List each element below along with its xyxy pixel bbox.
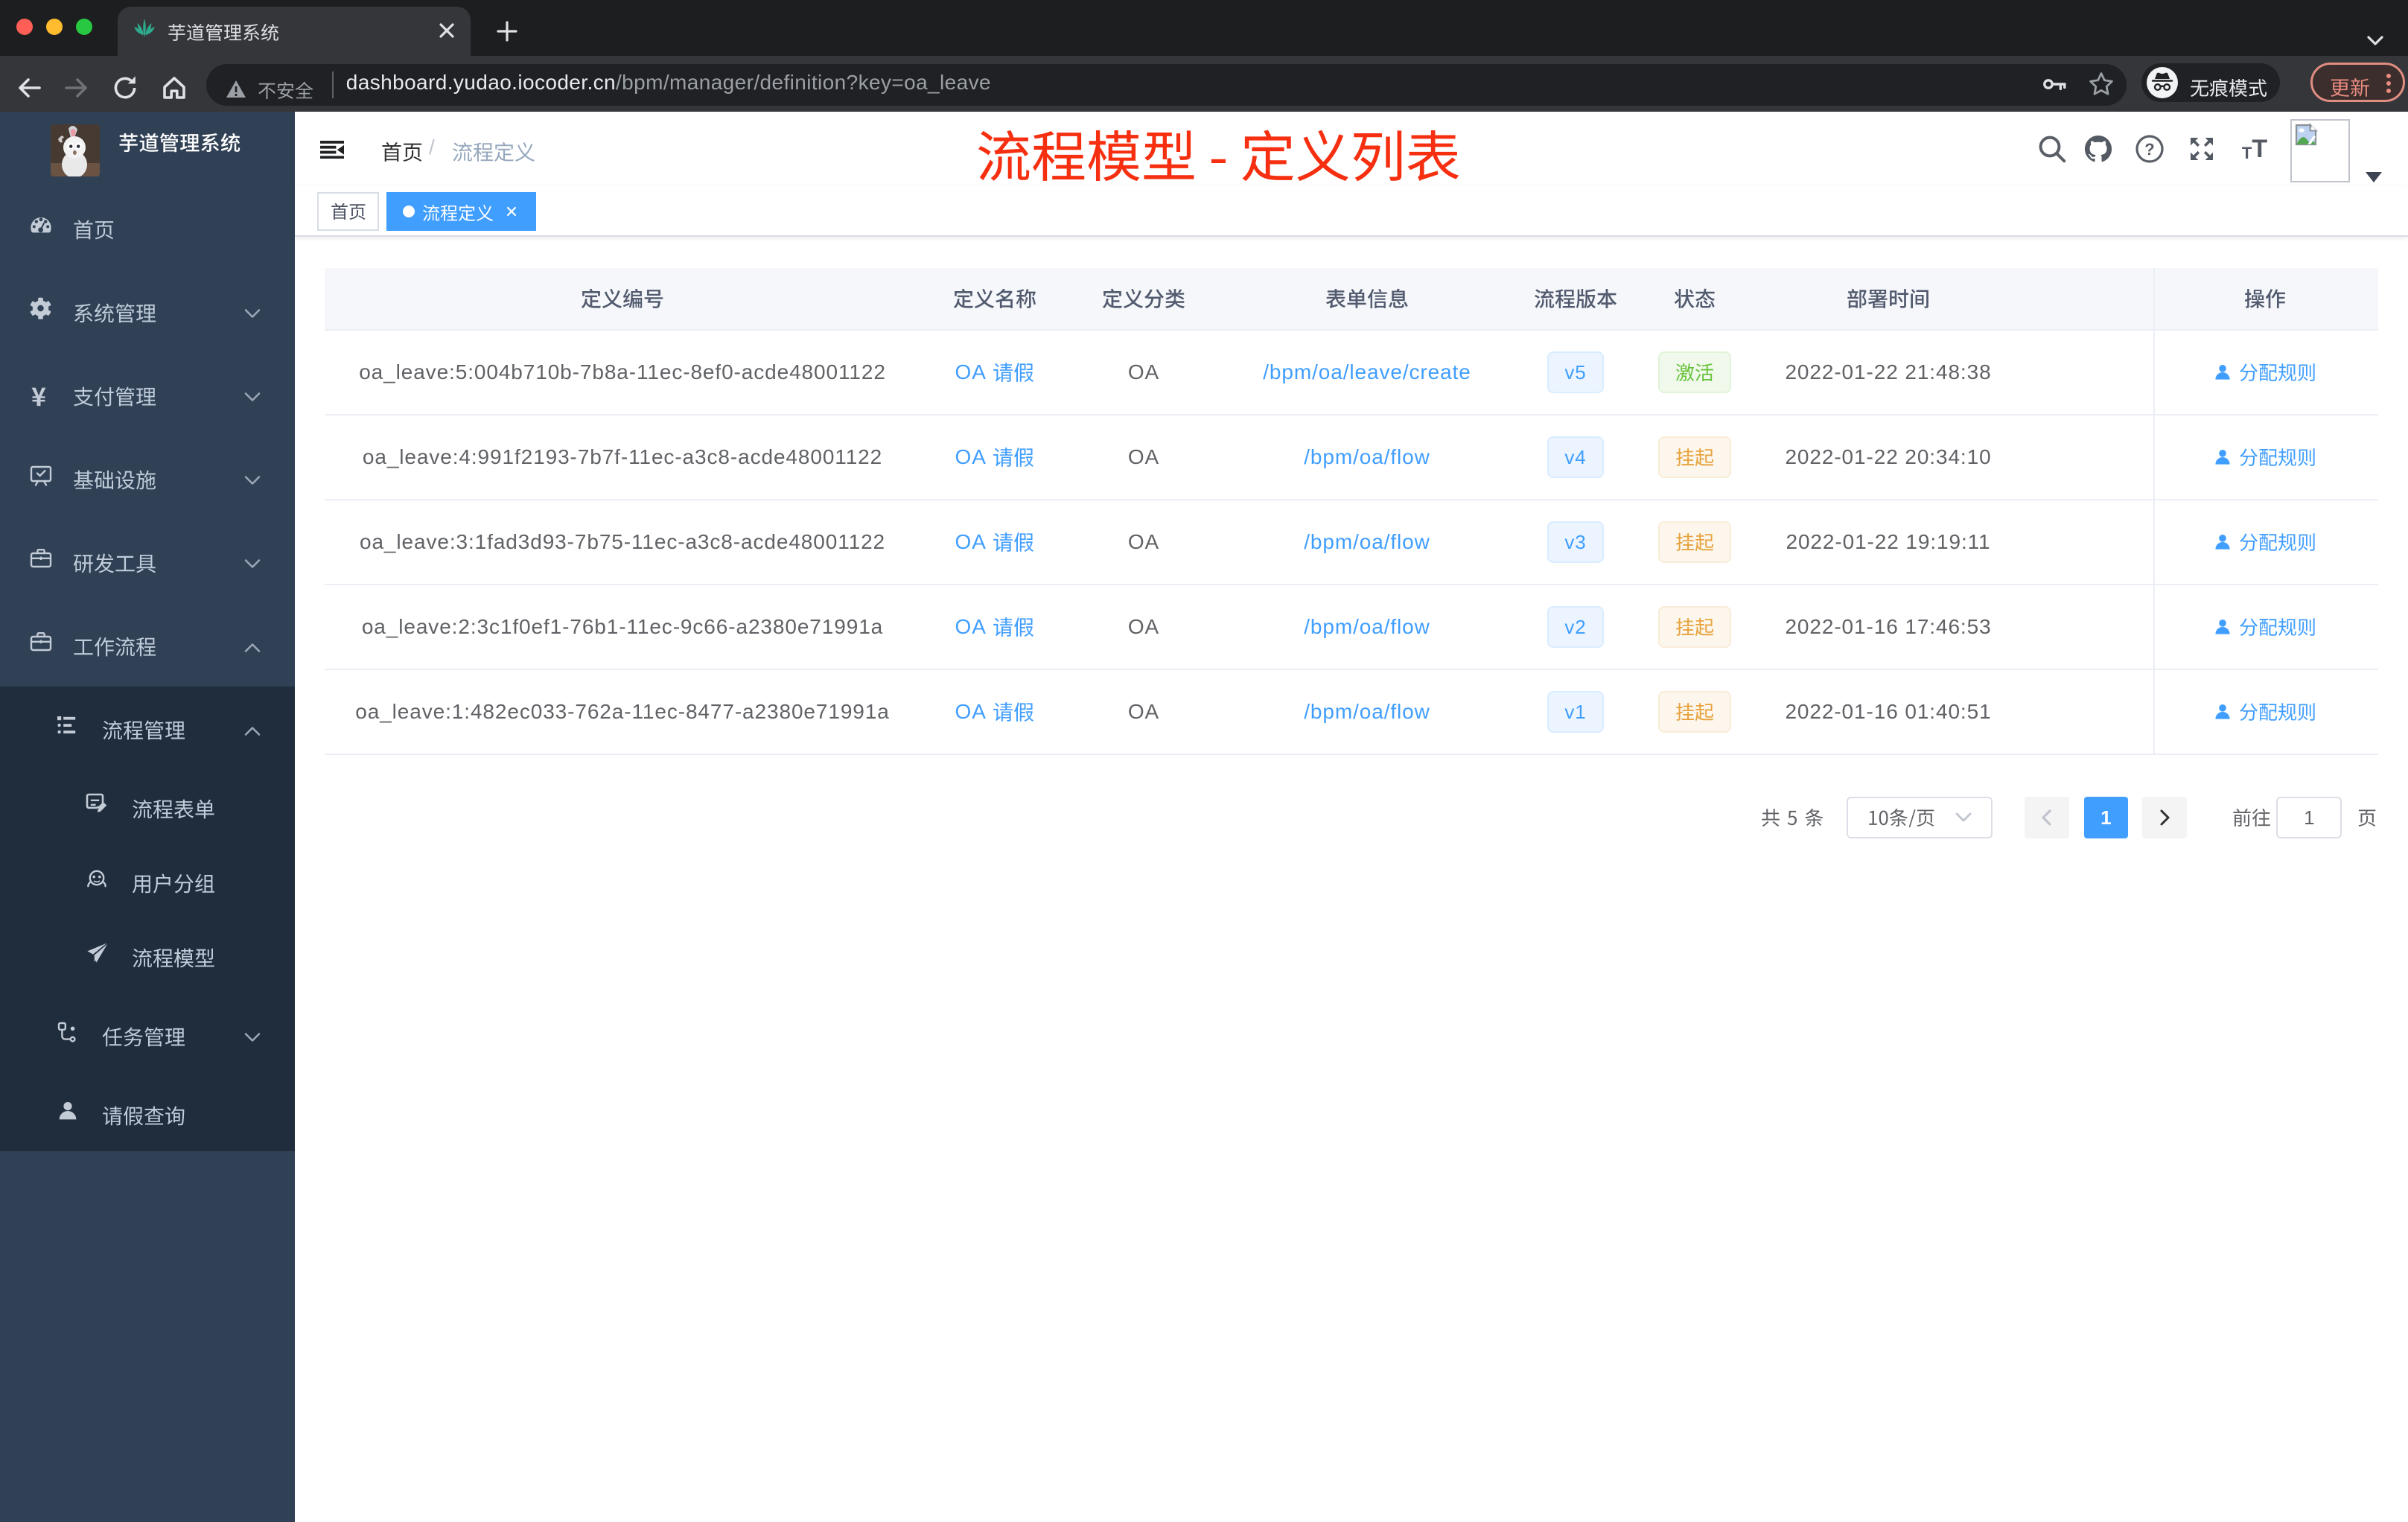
svg-text:?: ? — [2144, 140, 2154, 159]
